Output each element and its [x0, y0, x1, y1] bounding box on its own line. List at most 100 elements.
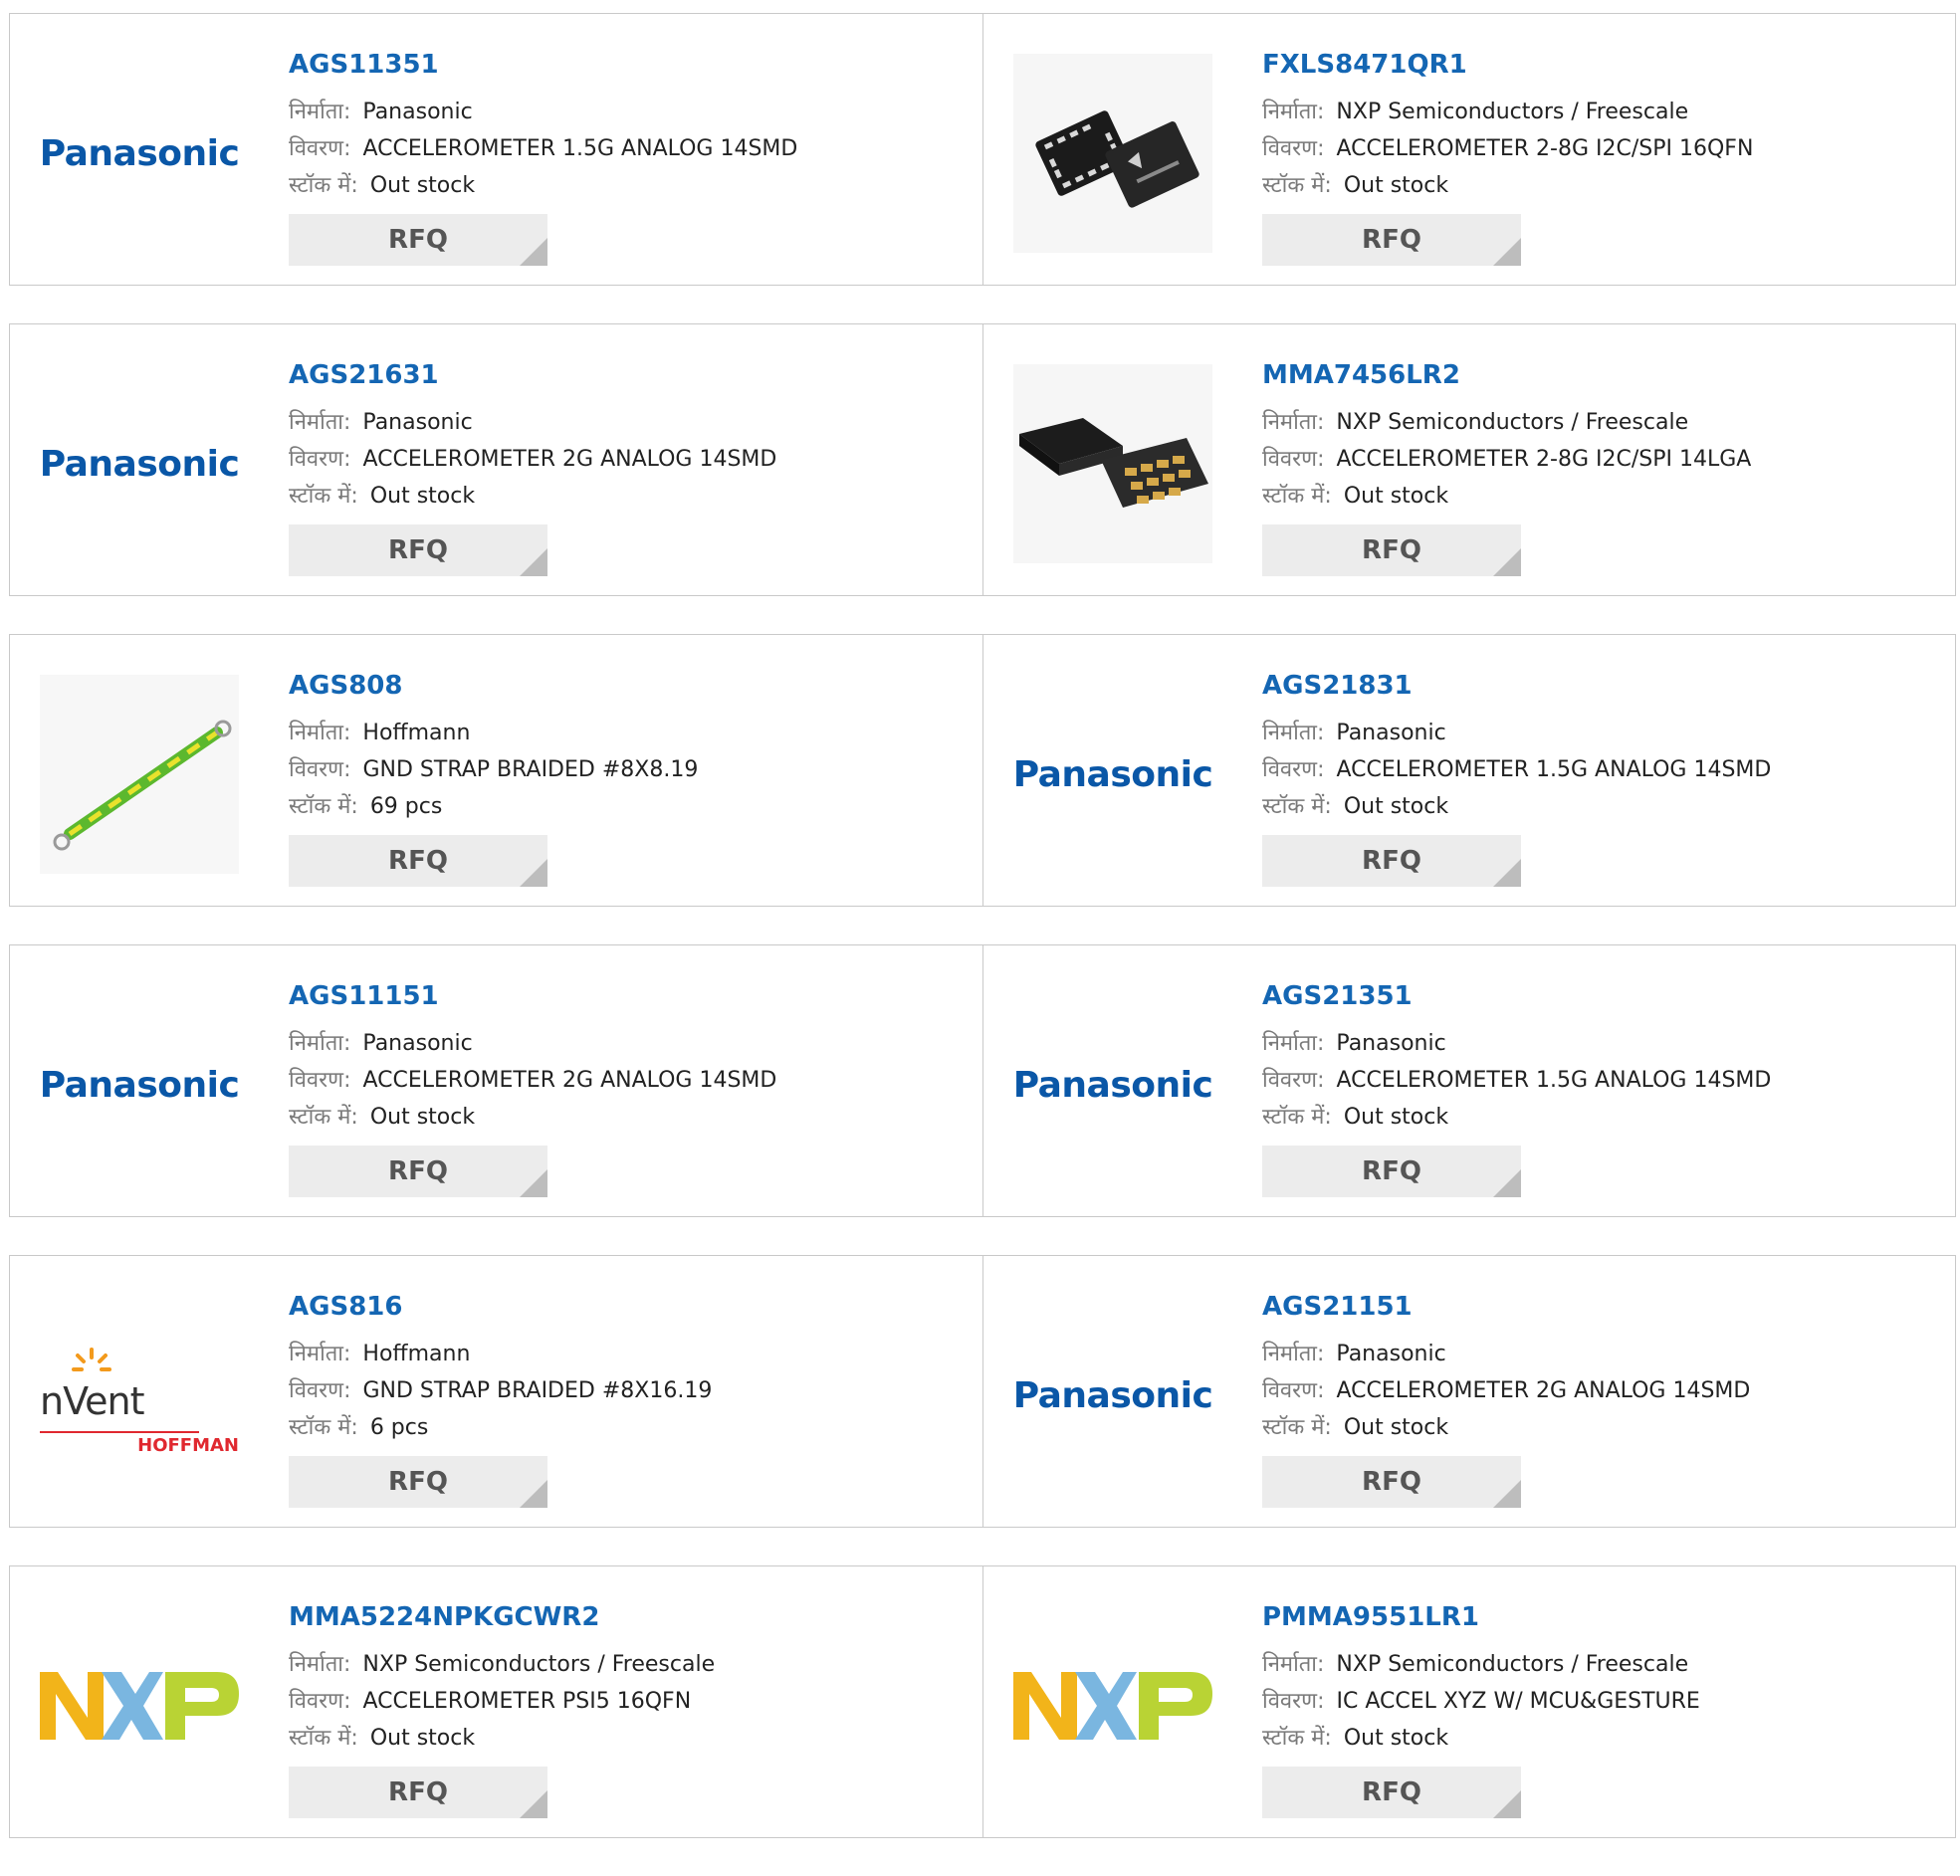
rfq-button-label: RFQ	[388, 535, 448, 565]
rfq-button[interactable]: RFQ	[289, 214, 547, 266]
stock-label: स्टॉक में:	[1262, 1105, 1332, 1130]
panasonic-logo: Panasonic	[1013, 985, 1212, 1184]
manufacturer-label: निर्माता:	[289, 1031, 351, 1056]
stock-label: स्टॉक में:	[289, 1415, 358, 1440]
description-label: विवरण:	[1262, 1378, 1325, 1403]
description-label: विवरण:	[289, 447, 351, 472]
rfq-button[interactable]: RFQ	[1262, 524, 1521, 576]
rfq-button[interactable]: RFQ	[289, 1767, 547, 1818]
product-row: MMA5224NPKGCWR2 निर्माता: NXP Semiconducto…	[9, 1565, 1956, 1838]
part-number-link[interactable]: MMA7456LR2	[1262, 358, 1460, 392]
description-value: IC ACCEL XYZ W/ MCU&GESTURE	[1336, 1689, 1700, 1714]
manufacturer-label: निर्माता:	[289, 1652, 351, 1677]
rfq-button[interactable]: RFQ	[1262, 214, 1521, 266]
description-line: विवरण: ACCELEROMETER 1.5G ANALOG 14SMD	[1262, 751, 1945, 788]
stock-line: स्टॉक में: Out stock	[289, 478, 973, 515]
product-card: Panasonic AGS21831 निर्माता: Panasonic विवरण…	[982, 635, 1955, 906]
product-info: MMA7456LR2 निर्माता: NXP Semiconductors / …	[1262, 358, 1945, 515]
stock-value: Out stock	[1343, 173, 1449, 198]
panasonic-logo-text: Panasonic	[40, 1064, 239, 1106]
description-label: विवरण:	[1262, 757, 1325, 782]
rfq-button[interactable]: RFQ	[1262, 1146, 1521, 1197]
manufacturer-value: Hoffmann	[362, 1342, 471, 1366]
manufacturer-label: निर्माता:	[1262, 410, 1325, 435]
hoffman-logo-text: HOFFMAN	[137, 1435, 239, 1456]
rfq-button[interactable]: RFQ	[1262, 1456, 1521, 1508]
manufacturer-value: Panasonic	[1336, 721, 1446, 745]
stock-line: स्टॉक में: Out stock	[289, 1720, 973, 1757]
product-card: Panasonic AGS21151 निर्माता: Panasonic विवरण…	[982, 1256, 1955, 1527]
manufacturer-label: निर्माता:	[1262, 721, 1325, 745]
stock-label: स्टॉक में:	[1262, 1415, 1332, 1440]
rfq-button[interactable]: RFQ	[1262, 1767, 1521, 1818]
product-info: AGS816 निर्माता: Hoffmann विवरण: GND STRAP B…	[289, 1290, 973, 1446]
part-number-link[interactable]: AGS21831	[1262, 669, 1413, 703]
description-line: विवरण: ACCELEROMETER 2G ANALOG 14SMD	[1262, 1372, 1945, 1409]
description-value: ACCELEROMETER 1.5G ANALOG 14SMD	[1336, 757, 1772, 782]
part-number-link[interactable]: AGS11351	[289, 48, 439, 82]
description-value: ACCELEROMETER PSI5 16QFN	[362, 1689, 692, 1714]
product-card: nVent HOFFMAN AGS816 निर्माता: Hoffmann विवरण…	[10, 1256, 982, 1527]
description-value: ACCELEROMETER 2G ANALOG 14SMD	[1336, 1378, 1751, 1403]
manufacturer-line: निर्माता: Panasonic	[289, 1025, 973, 1062]
product-info: AGS21831 निर्माता: Panasonic विवरण: ACCELERO…	[1262, 669, 1945, 825]
rfq-button-label: RFQ	[388, 1156, 448, 1186]
manufacturer-line: निर्माता: Panasonic	[1262, 1025, 1945, 1062]
manufacturer-line: निर्माता: Panasonic	[289, 404, 973, 441]
product-card: AGS808 निर्माता: Hoffmann विवरण: GND STRAP B…	[10, 635, 982, 906]
description-value: ACCELEROMETER 2-8G I2C/SPI 14LGA	[1336, 447, 1752, 472]
manufacturer-value: Hoffmann	[362, 721, 471, 745]
product-info: AGS11351 निर्माता: Panasonic विवरण: ACCELERO…	[289, 48, 973, 204]
manufacturer-label: निर्माता:	[289, 721, 351, 745]
corner-fold-icon	[520, 548, 547, 576]
rfq-button-label: RFQ	[388, 1467, 448, 1497]
stock-line: स्टॉक में: Out stock	[1262, 788, 1945, 825]
product-info: AGS808 निर्माता: Hoffmann विवरण: GND STRAP B…	[289, 669, 973, 825]
description-line: विवरण: ACCELEROMETER 1.5G ANALOG 14SMD	[1262, 1062, 1945, 1099]
stock-line: स्टॉक में: 6 pcs	[289, 1409, 973, 1446]
product-card: Panasonic AGS11151 निर्माता: Panasonic विवरण…	[10, 945, 982, 1216]
part-number-link[interactable]: PMMA9551LR1	[1262, 1600, 1479, 1634]
corner-fold-icon	[520, 1480, 547, 1508]
rfq-button[interactable]: RFQ	[289, 1146, 547, 1197]
part-number-link[interactable]: AGS11151	[289, 979, 439, 1013]
corner-fold-icon	[1493, 548, 1521, 576]
part-number-link[interactable]: AGS808	[289, 669, 402, 703]
part-number-link[interactable]: AGS21351	[1262, 979, 1413, 1013]
part-number-link[interactable]: AGS21631	[289, 358, 439, 392]
corner-fold-icon	[1493, 1480, 1521, 1508]
manufacturer-line: निर्माता: Panasonic	[1262, 715, 1945, 751]
part-number-link[interactable]: FXLS8471QR1	[1262, 48, 1467, 82]
product-row: nVent HOFFMAN AGS816 निर्माता: Hoffmann विवरण…	[9, 1255, 1956, 1528]
description-value: ACCELEROMETER 1.5G ANALOG 14SMD	[1336, 1068, 1772, 1093]
description-line: विवरण: ACCELEROMETER 2-8G I2C/SPI 14LGA	[1262, 441, 1945, 478]
description-label: विवरण:	[289, 1689, 351, 1714]
part-number-link[interactable]: AGS21151	[1262, 1290, 1413, 1324]
panasonic-logo: Panasonic	[40, 985, 239, 1184]
stock-label: स्टॉक में:	[1262, 484, 1332, 509]
part-number-link[interactable]: MMA5224NPKGCWR2	[289, 1600, 599, 1634]
manufacturer-label: निर्माता:	[1262, 100, 1325, 124]
manufacturer-line: निर्माता: NXP Semiconductors / Freescale	[1262, 404, 1945, 441]
manufacturer-value: NXP Semiconductors / Freescale	[1336, 410, 1689, 435]
manufacturer-line: निर्माता: NXP Semiconductors / Freescale	[1262, 1646, 1945, 1683]
product-card: Panasonic AGS11351 निर्माता: Panasonic विवरण…	[10, 14, 982, 285]
description-label: विवरण:	[1262, 136, 1325, 161]
description-value: GND STRAP BRAIDED #8X8.19	[362, 757, 699, 782]
stock-value: Out stock	[1343, 484, 1449, 509]
rfq-button[interactable]: RFQ	[289, 835, 547, 887]
panasonic-logo: Panasonic	[1013, 1296, 1212, 1495]
rfq-button[interactable]: RFQ	[289, 1456, 547, 1508]
description-value: ACCELEROMETER 2G ANALOG 14SMD	[362, 447, 777, 472]
product-info: MMA5224NPKGCWR2 निर्माता: NXP Semiconducto…	[289, 1600, 973, 1757]
product-card: Panasonic AGS21351 निर्माता: Panasonic विवरण…	[982, 945, 1955, 1216]
corner-fold-icon	[520, 238, 547, 266]
rfq-button[interactable]: RFQ	[289, 524, 547, 576]
part-number-link[interactable]: AGS816	[289, 1290, 402, 1324]
product-info: AGS21631 निर्माता: Panasonic विवरण: ACCELERO…	[289, 358, 973, 515]
description-value: ACCELEROMETER 1.5G ANALOG 14SMD	[362, 136, 798, 161]
rfq-button[interactable]: RFQ	[1262, 835, 1521, 887]
nxp-logo	[40, 1606, 239, 1805]
manufacturer-value: Panasonic	[1336, 1342, 1446, 1366]
manufacturer-label: निर्माता:	[1262, 1031, 1325, 1056]
